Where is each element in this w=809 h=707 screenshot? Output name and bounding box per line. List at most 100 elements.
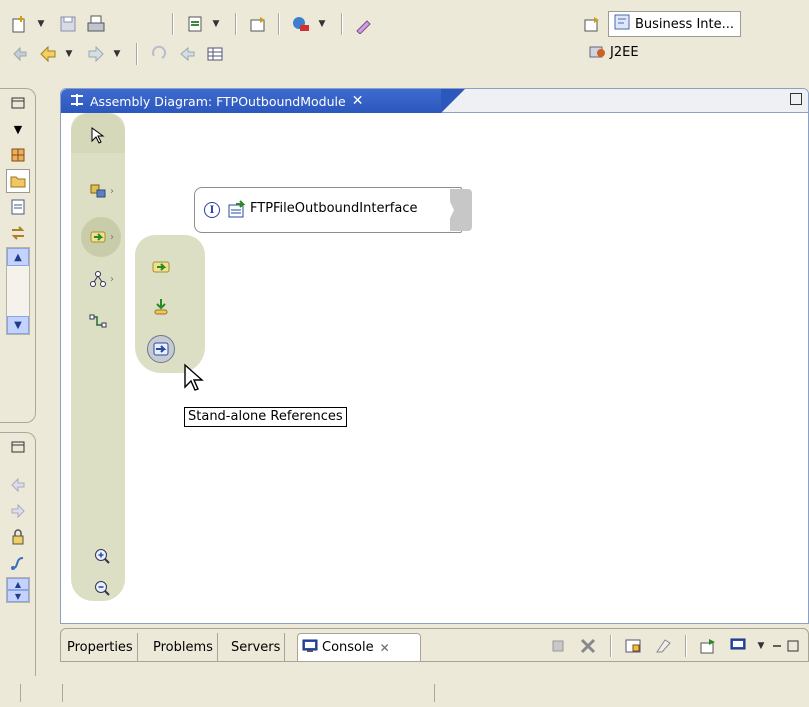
interface-node[interactable]: I FTPFileOutboundInterface: [194, 187, 472, 233]
back-history-icon[interactable]: [8, 42, 32, 66]
maximize-icon[interactable]: [786, 634, 800, 658]
search-pen-icon[interactable]: [352, 12, 376, 36]
deploy-icon[interactable]: [183, 12, 207, 36]
palette-wire-tool[interactable]: [89, 309, 125, 333]
tab-label: Console: [322, 640, 374, 655]
table-view-icon[interactable]: [203, 42, 227, 66]
toolbar-separator: [235, 13, 236, 35]
drawer-arrow-icon: ›: [110, 273, 114, 285]
eis-import-icon: [228, 199, 248, 223]
perspective-label: J2EE: [610, 44, 639, 60]
print-icon[interactable]: [84, 12, 108, 36]
run-dropdown-arrow[interactable]: ▼: [317, 12, 327, 36]
tab-servers[interactable]: Servers: [227, 633, 286, 661]
toolbar-separator: [685, 635, 686, 657]
flyout-import-tool[interactable]: [147, 293, 175, 321]
task-list-icon[interactable]: [6, 195, 30, 219]
clear-console-icon[interactable]: [651, 634, 675, 658]
lock-icon[interactable]: [6, 525, 30, 549]
sync-arrows-icon[interactable]: [6, 221, 30, 245]
diagram-palette: › › ›: [71, 113, 125, 601]
folder-icon[interactable]: [6, 169, 30, 193]
wire-icon: [89, 314, 107, 328]
business-integration-icon: [613, 13, 631, 35]
open-type-icon[interactable]: [246, 12, 270, 36]
scroll-track[interactable]: [7, 266, 29, 316]
save-icon[interactable]: [56, 12, 80, 36]
main-toolbar-row-2: ▼ ▼: [8, 40, 231, 68]
toolbar-separator: [278, 13, 279, 35]
forward-dropdown-arrow[interactable]: ▼: [112, 42, 122, 66]
left-trim-stack-bottom: ▲ ▼: [0, 432, 36, 684]
back-arrow-icon[interactable]: [36, 42, 60, 66]
remove-launches-icon[interactable]: [576, 634, 600, 658]
scroll-down-arrow[interactable]: ▼: [7, 316, 29, 334]
status-divider: [20, 684, 21, 702]
node-label: FTPFileOutboundInterface: [250, 201, 418, 216]
flyout-standalone-references-tool[interactable]: [147, 335, 175, 363]
palette-imports-exports-drawer[interactable]: ›: [89, 225, 125, 249]
j2ee-icon: [588, 41, 606, 63]
close-tab-icon[interactable]: ✕: [380, 641, 390, 655]
maximize-icon[interactable]: [790, 93, 802, 105]
tab-console[interactable]: Console ✕: [297, 633, 421, 661]
tab-problems[interactable]: Problems: [149, 633, 218, 661]
tab-properties[interactable]: Properties: [63, 633, 138, 661]
minimize-icon[interactable]: [770, 634, 784, 658]
scroll-up-arrow[interactable]: ▲: [7, 578, 29, 590]
assembly-diagram-icon: [69, 92, 85, 111]
outline-icon[interactable]: [6, 143, 30, 167]
perspective-j2ee[interactable]: J2EE: [584, 39, 645, 65]
restore-view-icon[interactable]: [6, 435, 30, 459]
view-menu-icon[interactable]: ▼: [6, 117, 30, 141]
perspective-switcher: Business Inte... J2EE: [580, 10, 742, 66]
console-toolbar: ▼: [546, 634, 800, 658]
display-console-icon[interactable]: [726, 634, 750, 658]
palette-select-tool[interactable]: [89, 123, 125, 147]
status-divider: [62, 684, 63, 702]
zoom-in-icon[interactable]: [91, 545, 113, 567]
palette-flow-drawer[interactable]: ›: [89, 267, 125, 291]
tab-label: Properties: [67, 639, 133, 655]
flyout-export-tool[interactable]: [147, 253, 175, 281]
console-dropdown-arrow[interactable]: ▼: [756, 634, 766, 658]
nav-back-icon[interactable]: [6, 473, 30, 497]
trim-scrollbar[interactable]: ▲ ▼: [6, 247, 30, 335]
restore-view-icon[interactable]: [6, 91, 30, 115]
export-icon: [152, 261, 170, 273]
new-dropdown-arrow[interactable]: ▼: [36, 12, 46, 36]
import-export-icon: [90, 231, 106, 243]
bottom-view-stack: Properties Problems Servers Console ✕ ▼: [60, 628, 809, 662]
editor-tab[interactable]: Assembly Diagram: FTPOutboundModule ✕: [61, 89, 465, 113]
toolbar-separator: [610, 635, 611, 657]
scroll-lock-icon[interactable]: [621, 634, 645, 658]
main-toolbar-row-1: ▼ ▼ ▼: [8, 10, 380, 38]
forward-arrow-icon[interactable]: [84, 42, 108, 66]
undo-icon[interactable]: [147, 42, 171, 66]
editor-tab-bar: Assembly Diagram: FTPOutboundModule ✕: [61, 89, 808, 113]
console-icon: [302, 638, 318, 658]
selection-arrow-icon: [91, 127, 105, 144]
toolbar-separator: [136, 43, 137, 65]
new-wizard-icon[interactable]: [8, 12, 32, 36]
deploy-dropdown-arrow[interactable]: ▼: [211, 12, 221, 36]
perspective-business-integration[interactable]: Business Inte...: [608, 11, 742, 37]
terminate-icon[interactable]: [546, 634, 570, 658]
run-server-icon[interactable]: [289, 12, 313, 36]
link-icon[interactable]: [6, 551, 30, 575]
zoom-out-icon[interactable]: [91, 577, 113, 599]
redo-icon[interactable]: [175, 42, 199, 66]
scroll-down-arrow[interactable]: ▼: [7, 590, 29, 602]
pin-console-icon[interactable]: [696, 634, 720, 658]
toolbar-separator: [172, 13, 173, 35]
palette-components-drawer[interactable]: ›: [89, 179, 125, 203]
back-dropdown-arrow[interactable]: ▼: [64, 42, 74, 66]
close-tab-icon[interactable]: ✕: [352, 93, 364, 109]
left-trim-stack-top: ▼ ▲ ▼: [0, 88, 36, 423]
trim-scrollbar[interactable]: ▲ ▼: [6, 577, 30, 603]
nav-forward-icon[interactable]: [6, 499, 30, 523]
editor-tab-title: Assembly Diagram: FTPOutboundModule: [90, 93, 346, 109]
scroll-up-arrow[interactable]: ▲: [7, 248, 29, 266]
node-reference-handle[interactable]: [444, 189, 472, 231]
open-perspective-icon[interactable]: [580, 12, 604, 36]
